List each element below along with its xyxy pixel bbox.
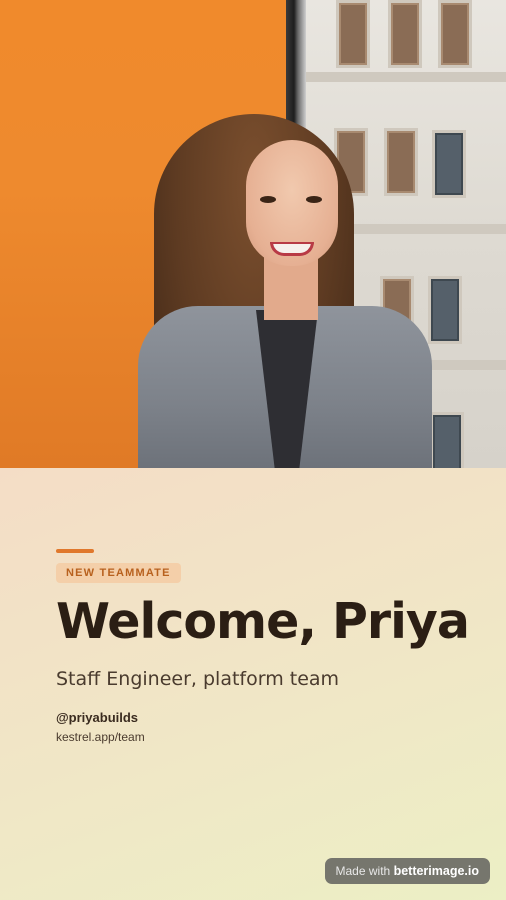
card-content: NEW TEAMMATE Welcome, Priya Staff Engine… [0,468,506,900]
building-window [336,0,370,68]
social-handle: @priyabuilds [56,710,139,725]
portrait-photo [0,0,506,468]
new-teammate-tag: NEW TEAMMATE [56,563,181,583]
made-with-badge[interactable]: Made with betterimage.io [324,858,490,884]
building-window [438,0,472,68]
eye [260,196,276,203]
person-portrait [138,110,438,468]
eye [306,196,322,203]
welcome-title: Welcome, Priya [56,593,470,650]
accent-bar [56,549,94,553]
welcome-card: NEW TEAMMATE Welcome, Priya Staff Engine… [0,0,506,900]
role-subtitle: Staff Engineer, platform team [56,668,340,690]
building-ledge [306,72,506,82]
badge-brand: betterimage.io [393,864,479,878]
badge-prefix: Made with [335,864,391,878]
team-link[interactable]: kestrel.app/team [56,729,145,745]
building-window [388,0,422,68]
